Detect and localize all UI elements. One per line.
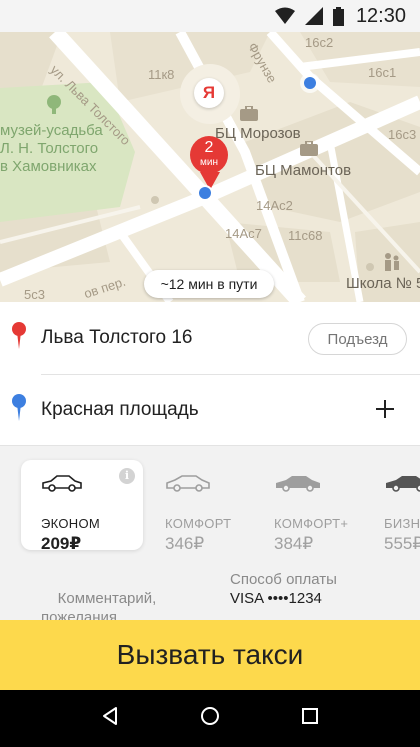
tariff-price: 209₽ <box>41 534 82 553</box>
briefcase-icon <box>240 105 258 126</box>
trip-time-badge: ~12 мин в пути <box>144 270 274 298</box>
tariff-name: КОМФОРТ+ <box>274 516 349 531</box>
system-nav-bar <box>0 690 420 747</box>
eta-pin[interactable]: 2 мин <box>190 136 228 174</box>
tariff-price: 555₽ <box>384 534 420 553</box>
house-number-label: 11к8 <box>148 67 175 82</box>
car-icon <box>274 474 322 497</box>
tariff-card-econom[interactable]: i ЭКОНОМ 209₽ <box>21 460 143 553</box>
tariff-name: КОМФОРТ <box>165 516 232 531</box>
house-number-label: 14Ас7 <box>225 226 262 241</box>
from-address: Льва Толстого 16 <box>41 327 193 348</box>
house-number-label: 16с2 <box>305 35 334 50</box>
house-number-label: 11с68 <box>288 228 323 243</box>
car-icon <box>384 474 420 497</box>
info-icon[interactable]: i <box>119 468 135 484</box>
tariff-panel: i ЭКОНОМ 209₽ КОМФОРТ 346₽ КОМФОРТ+ 384₽… <box>0 446 420 620</box>
tariff-name: ЭКОНОМ <box>41 516 101 531</box>
tariff-card-business[interactable]: БИЗН 555₽ <box>364 460 420 553</box>
comment-label: Комментарий, пожелания <box>41 590 157 620</box>
tariff-price: 384₽ <box>274 534 314 553</box>
call-taxi-button[interactable]: Вызвать такси <box>0 620 420 690</box>
payment-option[interactable]: Способ оплаты VISA ••••1234 <box>230 570 337 608</box>
bc-mamontov-label: БЦ Мамонтов <box>255 162 352 179</box>
map-view[interactable]: ул. Льва Толстого Фрунзе ов пер. 16с2 16… <box>0 32 420 302</box>
route-to-row[interactable]: Красная площадь <box>0 375 420 445</box>
museum-poi-label: музей-усадьба Л. Н. Толстого в Хамовника… <box>0 122 103 175</box>
home-icon[interactable] <box>199 705 221 732</box>
tariff-price: 346₽ <box>165 534 205 553</box>
car-icon <box>41 474 83 497</box>
house-number-label: 16с1 <box>368 65 397 80</box>
status-time: 12:30 <box>355 4 406 27</box>
payment-label: Способ оплаты <box>230 571 337 588</box>
tariff-card-comfort[interactable]: КОМФОРТ 346₽ <box>145 460 267 553</box>
house-number-label: Школа № 5 <box>346 275 420 292</box>
to-address: Красная площадь <box>41 399 199 420</box>
wifi-icon <box>274 7 295 25</box>
payment-value: VISA ••••1234 <box>230 590 322 607</box>
recents-icon[interactable] <box>300 706 320 731</box>
eta-pin-unit: мин <box>200 157 218 168</box>
signal-icon <box>304 7 323 25</box>
status-bar: 12:30 <box>0 0 420 32</box>
tariff-name: БИЗН <box>384 516 420 531</box>
tariff-card-comfort-plus[interactable]: КОМФОРТ+ 384₽ <box>254 460 376 553</box>
battery-icon <box>332 6 344 26</box>
comment-option[interactable]: Комментарий, пожелания <box>41 570 156 620</box>
blue-pin-icon <box>12 393 26 427</box>
house-number-label: 5с3 <box>24 287 45 302</box>
car-icon <box>165 474 211 497</box>
house-number-label: 14Ас2 <box>256 198 293 213</box>
back-icon[interactable] <box>100 706 120 731</box>
briefcase-icon <box>300 140 318 161</box>
add-stop-plus-icon[interactable] <box>370 394 400 424</box>
red-pin-icon <box>12 321 26 355</box>
eta-pin-minutes: 2 <box>204 139 214 156</box>
yandex-logo-marker: Я <box>194 78 224 108</box>
house-number-label: 16с3 <box>388 127 417 142</box>
entrance-button[interactable]: Подъезд <box>308 323 407 355</box>
school-icon <box>382 252 402 277</box>
